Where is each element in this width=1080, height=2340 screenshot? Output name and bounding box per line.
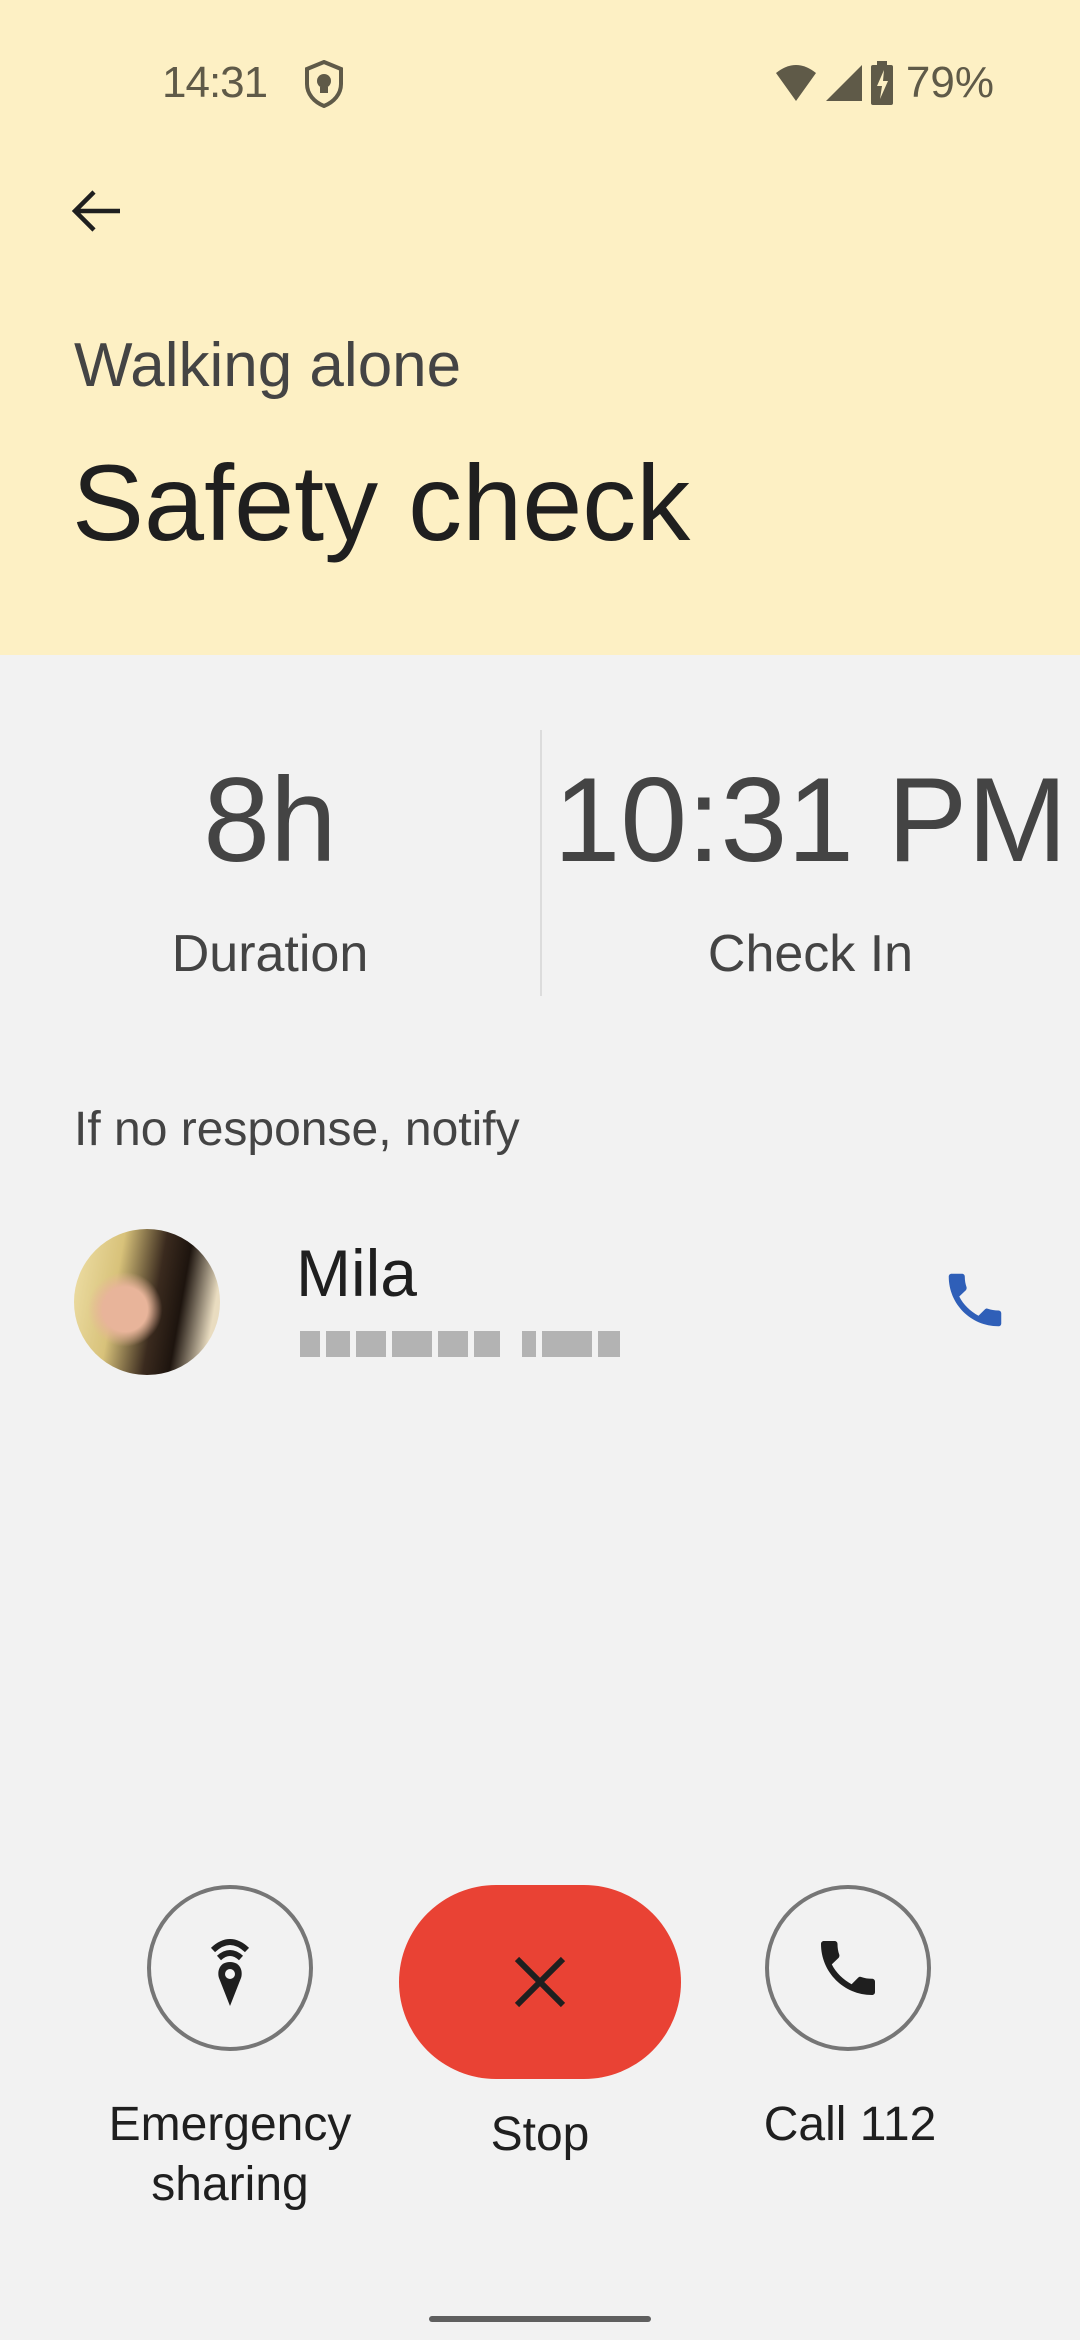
call-112-label: Call 112 [763, 2098, 937, 2151]
page-subtitle: Walking alone [74, 331, 462, 400]
battery-percent: 79% [905, 58, 994, 107]
signal-icon [825, 65, 862, 101]
duration-value: 8h [203, 753, 337, 887]
close-icon [514, 1956, 566, 2008]
call-112-button[interactable] [765, 1885, 931, 2051]
stop-button[interactable] [399, 1885, 681, 2079]
battery-charging-icon [870, 61, 893, 105]
status-time: 14:31 [162, 58, 268, 107]
contact-name: Mila [296, 1236, 418, 1310]
duration-label: Duration [171, 925, 369, 983]
phone-icon[interactable] [940, 1265, 1010, 1335]
check-in-stat: 10:31 PM Check In [541, 750, 1080, 984]
navigation-handle[interactable] [429, 2316, 651, 2322]
status-icons: 79% [774, 58, 994, 108]
contact-row: Mila [0, 1215, 1080, 1385]
status-bar: 14:31 79% [0, 0, 1080, 170]
page-title: Safety check [72, 442, 691, 563]
emergency-sharing-button[interactable] [147, 1885, 313, 2051]
emergency-sharing-label: Emergency sharing [108, 2098, 352, 2211]
avatar [74, 1229, 220, 1375]
phone-icon [821, 1941, 875, 1995]
header: 14:31 79% Walking alone Safety check [0, 0, 1080, 655]
contact-phone-redacted [300, 1331, 690, 1357]
shield-skull-icon [305, 60, 343, 108]
arrow-back-icon[interactable] [66, 180, 128, 242]
check-in-value: 10:31 PM [553, 753, 1068, 887]
duration-stat: 8h Duration [0, 750, 540, 984]
check-in-label: Check In [707, 925, 914, 983]
notify-label: If no response, notify [74, 1103, 520, 1156]
stop-label: Stop [490, 2108, 590, 2161]
wifi-icon [775, 65, 816, 101]
location-broadcast-icon [210, 1939, 250, 2006]
